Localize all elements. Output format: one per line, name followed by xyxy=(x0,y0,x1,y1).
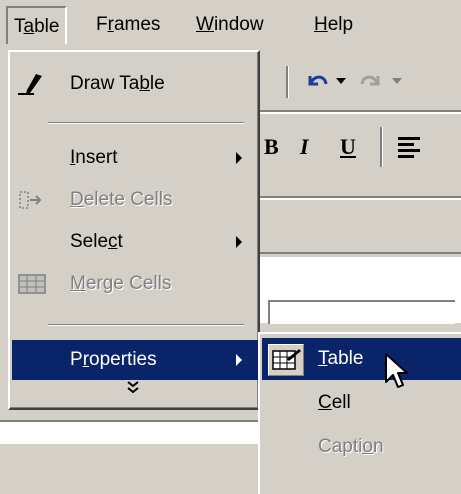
delete-cells-icon xyxy=(19,191,42,209)
toolbar-separator xyxy=(380,127,383,167)
submenu-caption-label: Caption xyxy=(318,436,384,457)
mouse-pointer-icon xyxy=(385,353,408,388)
menu-separator xyxy=(48,122,244,124)
insert-label: Insert xyxy=(70,147,118,168)
menu-item-draw-table[interactable]: Draw Table xyxy=(12,64,258,104)
menu-item-delete-cells: Delete Cells xyxy=(12,180,258,220)
submenu-cell-label: Cell xyxy=(318,392,351,413)
submenu-item-cell[interactable]: Cell xyxy=(262,382,461,424)
menu-separator xyxy=(48,324,244,326)
submenu-item-table[interactable]: Table xyxy=(262,338,461,380)
bold-button[interactable]: B xyxy=(264,135,279,159)
undo-icon[interactable] xyxy=(304,70,330,92)
menu-window[interactable]: Window xyxy=(190,6,270,44)
menu-expand[interactable] xyxy=(12,370,258,410)
select-label: Select xyxy=(70,231,123,252)
submenu-item-caption: Caption xyxy=(262,426,461,468)
toolbar-bottom-highlight xyxy=(260,198,461,200)
menu-help-accel: H xyxy=(314,14,328,35)
menu-item-select[interactable]: Select xyxy=(12,222,258,262)
menu-table-label-a: T xyxy=(14,16,24,37)
menu-table-accel: a xyxy=(23,16,35,37)
pencil-icon xyxy=(18,74,42,95)
toolbar-separator xyxy=(286,66,289,98)
align-left-icon[interactable] xyxy=(398,135,422,159)
submenu-arrow-icon xyxy=(236,236,242,248)
table-properties-icon xyxy=(268,344,304,376)
submenu-table-label: Table xyxy=(318,348,364,369)
italic-button[interactable]: I xyxy=(300,135,309,159)
menu-frames-label-b: ames xyxy=(113,14,161,35)
chevron-double-down-icon xyxy=(127,381,139,394)
menu-window-accel: W xyxy=(196,14,214,35)
redo-dropdown-icon xyxy=(392,78,402,84)
undo-dropdown-icon[interactable] xyxy=(336,78,346,86)
menu-help-label-b: elp xyxy=(327,14,354,35)
submenu-arrow-icon xyxy=(236,152,242,164)
document-field[interactable] xyxy=(268,300,455,324)
draw-table-label: Draw Table xyxy=(70,73,165,94)
submenu-arrow-icon xyxy=(236,354,242,366)
menu-frames-label-a: F xyxy=(96,14,108,35)
menu-item-insert[interactable]: Insert xyxy=(12,138,258,178)
menu-bar: Table Frames Window Help xyxy=(0,0,461,48)
menu-item-merge-cells: Merge Cells xyxy=(12,264,258,304)
menu-window-label-b: indow xyxy=(213,14,264,35)
menu-table-label-b: ble xyxy=(34,16,60,37)
document-top-border xyxy=(260,252,461,254)
formatting-toolbar: B I U xyxy=(260,115,461,180)
toolbar-divider-highlight xyxy=(260,112,461,114)
menu-help[interactable]: Help xyxy=(308,6,359,44)
redo-icon xyxy=(360,75,380,86)
merge-cells-icon xyxy=(18,274,46,294)
standard-toolbar xyxy=(260,52,461,108)
properties-submenu: Table Cell Caption xyxy=(258,332,461,494)
table-menu: Draw Table Insert Delete Cells Select Me… xyxy=(8,50,260,410)
merge-cells-label: Merge Cells xyxy=(70,273,172,294)
delete-cells-label: Delete Cells xyxy=(70,189,173,210)
underline-button[interactable]: U xyxy=(340,135,356,159)
menu-frames[interactable]: Frames xyxy=(90,6,166,44)
menu-table[interactable]: Table xyxy=(6,6,68,44)
